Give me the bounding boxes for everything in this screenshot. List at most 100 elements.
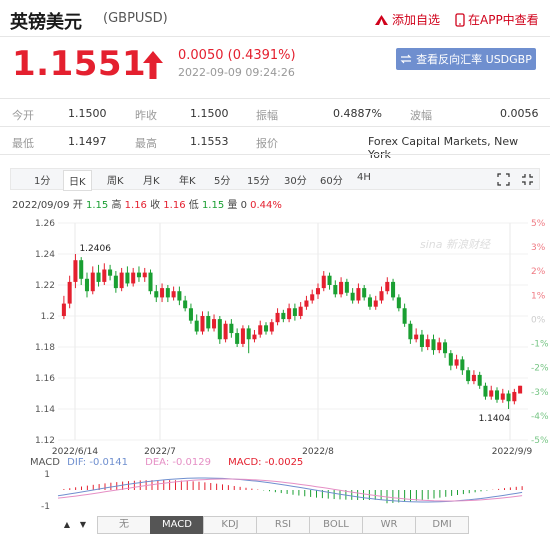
candle-body <box>258 325 263 335</box>
macd-chart[interactable]: 1 -1 <box>0 468 550 514</box>
candle-body <box>263 325 269 332</box>
open-label: 今开 <box>12 109 34 122</box>
candle-body <box>73 260 78 282</box>
y-tick-label: 1.26 <box>35 219 55 229</box>
candle-body <box>471 374 476 382</box>
pct-tick-label: 3% <box>531 243 546 253</box>
arrow-up-icon <box>143 51 163 79</box>
scroll-up-icon[interactable]: ▲ <box>60 518 74 532</box>
candle-body <box>350 292 355 301</box>
candle-body <box>217 319 222 340</box>
tab-daily[interactable]: 日K <box>63 170 92 191</box>
tab-30min[interactable]: 30分 <box>284 172 307 187</box>
candle-body <box>310 294 315 301</box>
tab-15min[interactable]: 15分 <box>247 172 270 187</box>
stats-row-1: 今开 1.1500 昨收 1.1500 振幅 0.4887% 波幅 0.0056 <box>10 99 540 127</box>
candle-body <box>154 291 159 298</box>
watermark: sina 新浪财经 <box>420 238 491 251</box>
macd-name: MACD <box>30 457 60 468</box>
tab-monthly[interactable]: 月K <box>143 172 160 187</box>
range-label: 波幅 <box>410 109 432 122</box>
page-title: 英镑美元 <box>10 12 82 33</box>
candle-body <box>235 333 240 344</box>
indicator-tab-rsi[interactable]: RSI <box>256 516 310 534</box>
candle-body <box>136 272 141 278</box>
pct-tick-label: 5% <box>531 219 546 229</box>
candle-body <box>194 320 199 332</box>
candlestick-chart[interactable]: 1.26 1.24 1.22 1.2 1.18 1.16 1.14 1.12 5% 3% 2% 1% 0… <box>0 210 550 460</box>
candle-body <box>344 281 349 293</box>
phone-icon <box>455 12 465 27</box>
high-label: 最高 <box>135 137 157 150</box>
candle-body <box>102 269 107 282</box>
y-tick-label: 1.18 <box>35 343 55 353</box>
y-tick-label: 1.2 <box>41 312 55 322</box>
swap-icon <box>400 54 412 64</box>
tab-1min[interactable]: 1分 <box>34 172 50 187</box>
indicator-tab-none[interactable]: 无 <box>97 516 151 534</box>
scroll-down-icon[interactable]: ▼ <box>76 518 90 532</box>
prev-close-label: 昨收 <box>135 109 157 122</box>
candle-body <box>119 272 124 289</box>
max-annotation: 1.2406 <box>79 244 111 254</box>
indicator-tab-macd[interactable]: MACD <box>150 516 204 534</box>
dif-line <box>57 477 523 503</box>
stats-row-2: 最低 1.1497 最高 1.1553 报价 Forex Capital Mar… <box>10 127 540 161</box>
add-favorite-icon <box>375 14 388 25</box>
candle-body <box>108 269 113 276</box>
indicator-tab-wr[interactable]: WR <box>362 516 416 534</box>
candle-body <box>437 342 442 351</box>
candle-body <box>518 385 523 394</box>
range-value: 0.0056 <box>500 107 539 120</box>
candle-body <box>287 308 292 320</box>
view-in-app-button[interactable]: 在APP中查看 <box>455 11 539 28</box>
tab-4h[interactable]: 4H <box>357 172 371 183</box>
amplitude-value: 0.4887% <box>333 107 382 120</box>
add-favorite-button[interactable]: 添加自选 <box>374 11 440 28</box>
tab-weekly[interactable]: 周K <box>107 172 124 187</box>
candle-body <box>90 272 95 292</box>
candle-body <box>125 272 130 284</box>
indicator-tabs: 无 MACD KDJ RSI BOLL WR DMI <box>97 516 469 534</box>
candle-body <box>223 323 228 340</box>
candle-body <box>379 291 384 301</box>
y-tick-label: 1.22 <box>35 281 55 291</box>
price-change: 0.0050 (0.4391%) <box>178 48 296 63</box>
tab-60min[interactable]: 60分 <box>320 172 343 187</box>
indicator-tab-kdj[interactable]: KDJ <box>203 516 257 534</box>
candle-body <box>339 281 344 295</box>
x-tick-label: 2022/8 <box>302 447 334 457</box>
candle-body <box>171 291 176 298</box>
candle-body <box>84 278 90 292</box>
candle-body <box>385 281 390 292</box>
macd-value: MACD: -0.0025 <box>228 457 304 468</box>
indicator-tab-boll[interactable]: BOLL <box>309 516 363 534</box>
reverse-rate-button[interactable]: 查看反向汇率 USDGBP <box>396 48 536 70</box>
candle-body <box>460 359 465 371</box>
candle-body <box>327 275 332 285</box>
candle-body <box>356 288 361 301</box>
candle-body <box>206 316 211 329</box>
candle-body <box>477 374 482 386</box>
candle-body <box>391 281 396 298</box>
candle-body <box>419 334 424 347</box>
macd-y-label: -1 <box>41 502 50 512</box>
current-price: 1.1551 <box>12 44 147 84</box>
fullscreen-icon[interactable] <box>497 173 510 186</box>
indicator-tab-dmi[interactable]: DMI <box>415 516 469 534</box>
pct-tick-label: -2% <box>531 364 549 374</box>
pct-tick-label: -5% <box>531 436 549 446</box>
x-tick-label: 2022/6/14 <box>52 447 98 457</box>
tab-5min[interactable]: 5分 <box>214 172 230 187</box>
candle-body <box>414 334 419 340</box>
candle-body <box>79 260 84 279</box>
collapse-icon[interactable] <box>521 173 534 186</box>
candle-body <box>177 291 182 301</box>
candle-body <box>362 288 367 298</box>
y-tick-label: 1.12 <box>35 436 55 446</box>
tab-yearly[interactable]: 年K <box>179 172 196 187</box>
header-divider <box>0 36 550 37</box>
macd-y-label: 1 <box>44 470 50 480</box>
candle-body <box>281 312 286 320</box>
candle-body <box>425 339 430 347</box>
